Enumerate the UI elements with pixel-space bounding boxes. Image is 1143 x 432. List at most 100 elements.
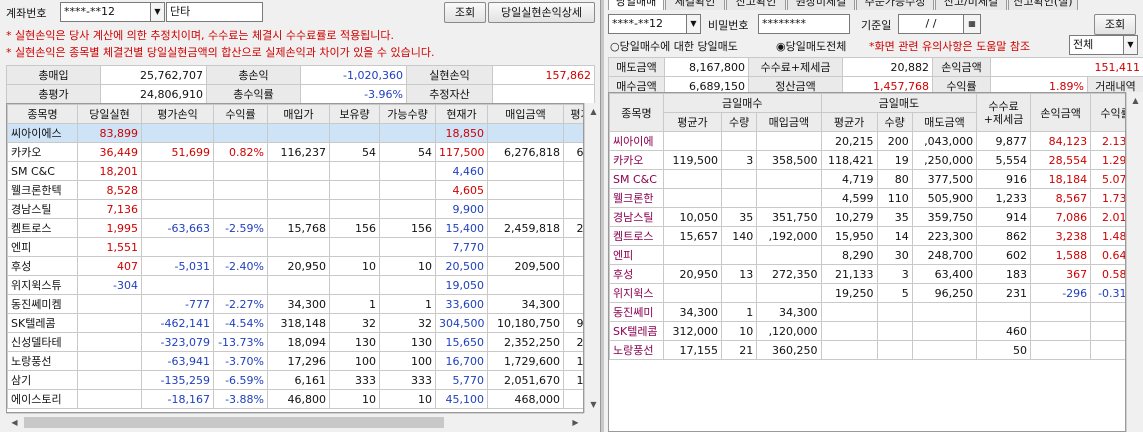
scroll-up-icon[interactable]: ▲ — [585, 103, 600, 120]
scroll-left-icon[interactable]: ◀ — [6, 414, 23, 431]
table-row[interactable]: 웰크론한텍 8,528 4,605 — [7, 180, 583, 200]
vertical-scrollbar[interactable]: ▲ ▼ — [584, 103, 600, 413]
col-header[interactable]: 가능수량 — [379, 104, 436, 124]
col-pnl[interactable]: 손익금액 — [1030, 93, 1092, 132]
table-row[interactable]: SM C&C 4,71980377,50091618,1845.07% — [609, 169, 1125, 189]
col-header[interactable]: 보유량 — [329, 104, 380, 124]
realized-detail-button[interactable]: 당일실현손익상세 — [488, 2, 595, 23]
table-cell — [77, 332, 142, 352]
radio-buy-then-sell[interactable]: ○당일매수에 대한 당일매도 — [610, 38, 738, 54]
table-cell: 2,459,818 — [487, 218, 564, 238]
table-cell — [213, 180, 268, 200]
scroll-up-icon[interactable]: ▲ — [1127, 92, 1143, 109]
tab-0[interactable]: 당일매매 — [608, 0, 664, 10]
table-row[interactable]: 노랑풍선 17,155 21 360,250 50 — [609, 340, 1125, 360]
horizontal-scrollbar[interactable]: ◀ ▶ — [6, 413, 584, 430]
table-row[interactable]: 동진쎄미켐 -777 -2.27% 34,300 1 1 33,600 34,300 — [7, 294, 583, 314]
table-row[interactable]: 삼기 -135,259 -6.59% 6,161 333 333 5,770 2,051,67… — [7, 370, 583, 390]
table-cell: 18,094 — [267, 332, 330, 352]
tab-3[interactable]: 원장미체결 — [787, 0, 855, 10]
scroll-right-icon[interactable]: ▶ — [567, 414, 584, 431]
table-row[interactable]: 켐트로스 1,995 -63,663 -2.59% 15,768 156 156 15,400… — [7, 218, 583, 238]
table-cell: 4,599 — [820, 188, 878, 208]
table-cell: 카카오 — [7, 142, 78, 162]
chevron-down-icon[interactable]: ▼ — [686, 14, 701, 34]
table-row[interactable]: 엔피 1,551 7,770 — [7, 237, 583, 257]
col-stock-name[interactable]: 종목명 — [609, 93, 664, 132]
table-row[interactable]: 위지윅스튜 -304 19,050 — [7, 275, 583, 295]
table-cell: 272,350 — [756, 264, 822, 284]
col-sub-header[interactable]: 평균가 — [820, 112, 878, 132]
table-row[interactable]: 엔피 8,29030248,7006021,5880.64% — [609, 245, 1125, 265]
col-header[interactable]: 매입금액 — [487, 104, 564, 124]
table-cell: 엔피 — [609, 245, 664, 265]
col-header[interactable]: 평가 — [563, 104, 583, 124]
table-cell: 경남스틸 — [609, 207, 664, 227]
col-header[interactable]: 평가손익 — [141, 104, 214, 124]
col-return[interactable]: 수익률 — [1090, 93, 1125, 132]
table-cell: 9,900 — [435, 199, 488, 219]
table-row[interactable]: 카카오 119,500 3 358,500 118,421 19,250,000 5,554… — [609, 150, 1125, 170]
password-field[interactable]: ******** — [758, 14, 850, 34]
table-row[interactable]: 경남스틸 10,050 35 351,750 10,279 35 359,750 914 7,0… — [609, 207, 1125, 227]
tab-4[interactable]: 주문가능수정 — [856, 0, 934, 10]
table-row[interactable]: 노랑풍선 -63,941 -3.70% 17,296 100 100 16,700 1,729… — [7, 351, 583, 371]
table-cell: 0.64% — [1090, 245, 1125, 265]
summary-table: 총매입 25,762,707 총손익 -1,020,360 실현손익 157,8… — [6, 65, 595, 104]
table-row[interactable]: 경남스틸 7,136 9,900 — [7, 199, 583, 219]
filter-select[interactable]: 전체 — [1069, 35, 1125, 55]
col-sub-header[interactable]: 수량 — [876, 112, 913, 132]
table-row[interactable]: 후성 407 -5,031 -2.40% 20,950 10 10 20,500 209,500… — [7, 256, 583, 276]
table-cell: 20,500 — [435, 256, 488, 276]
table-cell — [329, 161, 380, 181]
table-cell — [563, 237, 583, 257]
chevron-down-icon[interactable]: ▼ — [150, 2, 165, 22]
col-sub-header[interactable]: 수량 — [720, 112, 758, 132]
calendar-icon[interactable]: ▦ — [963, 14, 981, 34]
vertical-scrollbar[interactable]: ▲ — [1126, 92, 1143, 432]
table-row[interactable]: SK텔레콤 -462,141 -4.54% 318,148 32 32 304,500 10,… — [7, 313, 583, 333]
query-button[interactable]: 조회 — [444, 2, 486, 23]
chevron-down-icon[interactable]: ▼ — [1123, 35, 1138, 55]
col-sub-header[interactable]: 평균가 — [662, 112, 723, 132]
est-asset-label: 추정자산 — [406, 84, 493, 104]
account-select[interactable]: ****-**12 — [608, 14, 688, 34]
tab-1[interactable]: 체결확인 — [665, 0, 725, 10]
col-header[interactable]: 현재가 — [435, 104, 488, 124]
table-row[interactable]: 후성 20,950 13 272,350 21,133 3 63,400 183 367 0.58… — [609, 264, 1125, 284]
radio-all-sell[interactable]: ◉당일매도전체 — [776, 38, 846, 54]
table-row[interactable]: 켐트로스 15,657 140,192,000 15,950 14 223,300 862 3… — [609, 226, 1125, 246]
table-row[interactable]: 카카오 36,449 51,699 0.82% 116,237 54 54 117,500 6,… — [7, 142, 583, 162]
table-row[interactable]: 동진쎄미 34,300 1 34,300 — [609, 302, 1125, 322]
table-row[interactable]: 씨아이에 20,215200,043,0009,87784,1232.13% — [609, 131, 1125, 151]
table-row[interactable]: 에이스토리 -18,167 -3.88% 46,800 10 10 45,100 468,00… — [7, 389, 583, 409]
scroll-down-icon[interactable]: ▼ — [585, 396, 600, 413]
tab-5[interactable]: 잔고/미체결 — [935, 0, 1007, 10]
table-cell: SM C&C — [7, 161, 78, 181]
table-row[interactable]: 위지윅스 19,250596,250231-296-0.31% — [609, 283, 1125, 303]
table-cell: 602 — [976, 245, 1032, 265]
col-header[interactable]: 당일실현 — [77, 104, 142, 124]
query-button[interactable]: 조회 — [1094, 14, 1136, 35]
account-select[interactable]: ****-**12 — [60, 2, 152, 22]
table-cell: 130 — [379, 332, 436, 352]
summary-row: 매도금액 8,167,800 수수료+제세금 20,882 손익금액 151,4… — [608, 57, 1143, 77]
table-row[interactable]: SK텔레콤 312,000 10,120,000 460 — [609, 321, 1125, 341]
table-cell: 358,500 — [756, 150, 822, 170]
col-header[interactable]: 매입가 — [267, 104, 330, 124]
col-header[interactable]: 수익률 — [213, 104, 268, 124]
table-row[interactable]: 씨아이에스 83,899 18,850 — [7, 123, 583, 143]
account-type-field[interactable]: 단타 — [166, 2, 263, 22]
table-row[interactable]: 웰크론한 4,599110505,9001,2338,5671.73% — [609, 188, 1125, 208]
scroll-thumb[interactable] — [24, 417, 444, 428]
col-fee-tax[interactable]: 수수료 +제세금 — [976, 93, 1032, 132]
table-row[interactable]: 신성델타테 -323,079 -13.73% 18,094 130 130 15,650 2,… — [7, 332, 583, 352]
col-header[interactable]: 종목명 — [7, 104, 78, 124]
tab-6[interactable]: 잔고확인(실) — [1008, 0, 1078, 10]
tab-2[interactable]: 잔고확인 — [726, 0, 786, 10]
col-sub-header[interactable]: 매입금액 — [756, 112, 822, 132]
col-sub-header[interactable]: 매도금액 — [911, 112, 978, 132]
date-field[interactable]: / / — [898, 14, 964, 34]
table-row[interactable]: SM C&C 18,201 4,460 — [7, 161, 583, 181]
table-cell: 후성 — [7, 256, 78, 276]
